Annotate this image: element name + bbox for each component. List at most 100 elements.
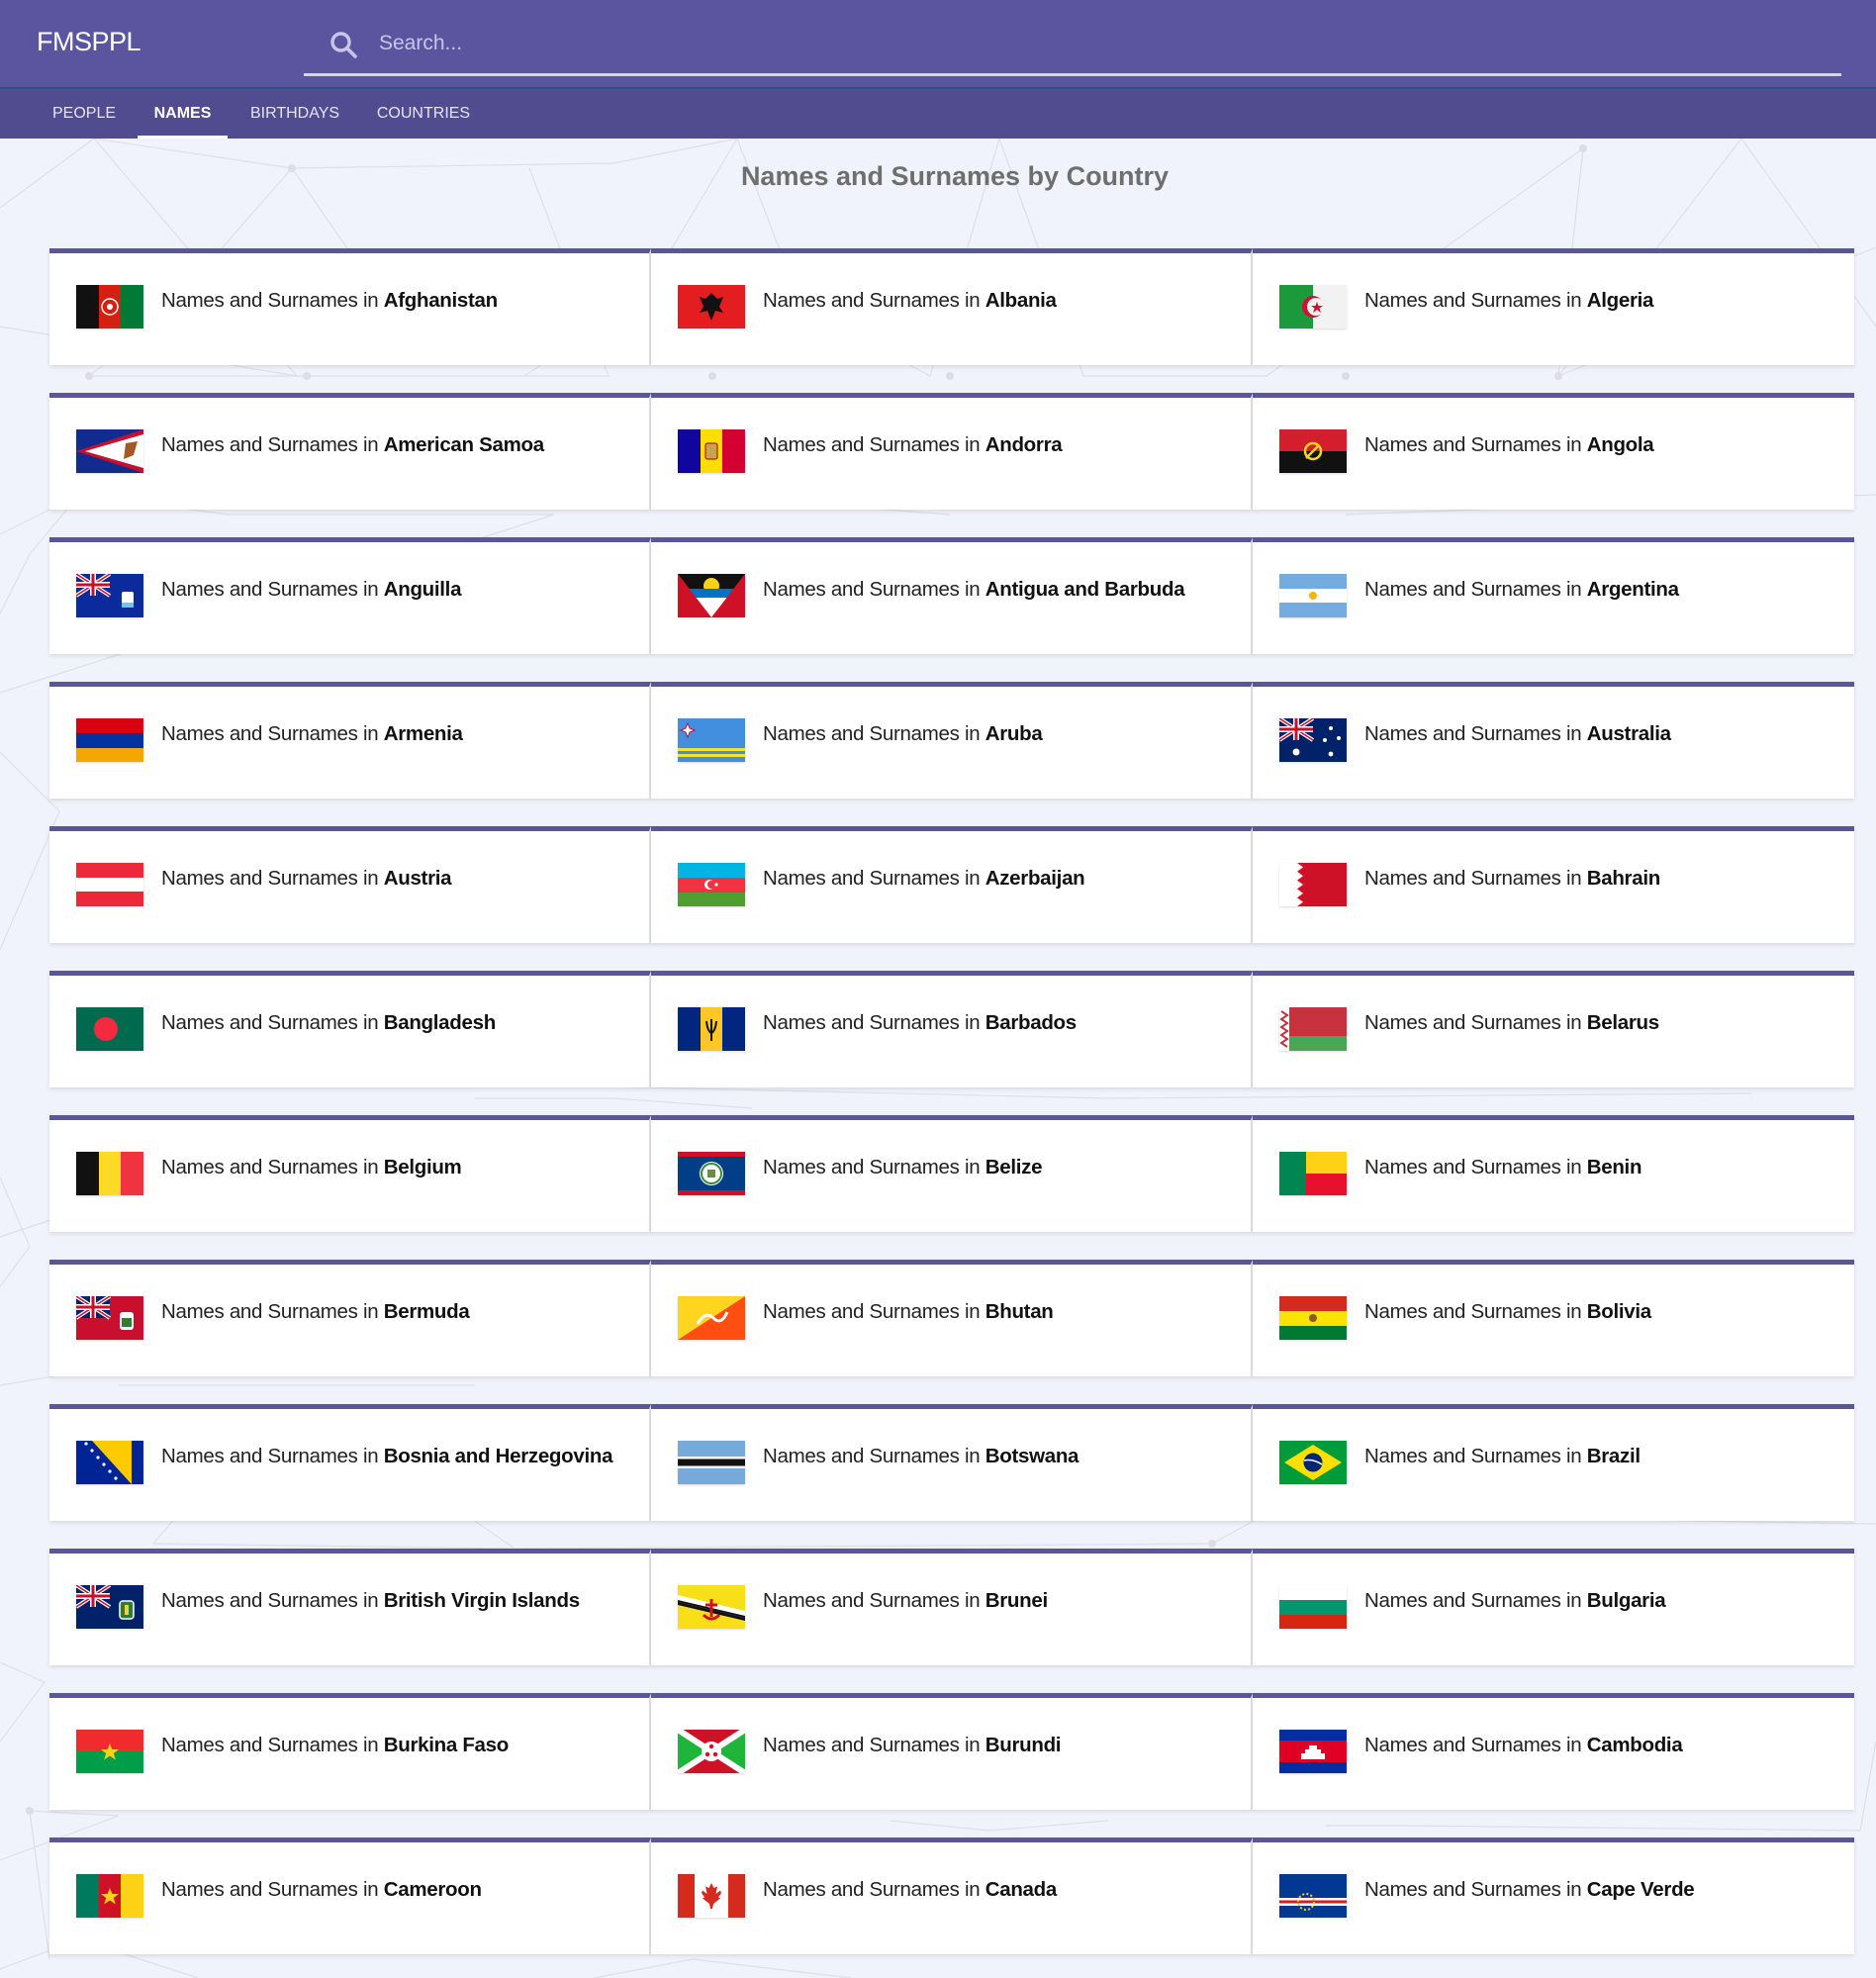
country-card[interactable]: Names and Surnames in Burundi [651,1693,1253,1810]
country-name: Canada [985,1878,1058,1901]
card-label-prefix: Names and Surnames in [1364,1300,1587,1323]
country-card[interactable]: Names and Surnames in Aruba [651,682,1253,799]
country-card-label[interactable]: Names and Surnames in Bhutan [763,1294,1221,1329]
country-card[interactable]: Names and Surnames in Bulgaria [1253,1549,1854,1665]
country-card[interactable]: Names and Surnames in Brunei [651,1549,1253,1665]
country-card[interactable]: Names and Surnames in Belize [651,1115,1253,1232]
nav-tabs: PEOPLE NAMES BIRTHDAYS COUNTRIES [0,89,1876,139]
country-card[interactable]: Names and Surnames in Cameroon [49,1837,651,1954]
country-card-label[interactable]: Names and Surnames in British Virgin Isl… [161,1583,619,1618]
search-input[interactable] [379,26,1764,61]
country-card[interactable]: Names and Surnames in Antigua and Barbud… [651,537,1253,654]
country-card-label[interactable]: Names and Surnames in Cape Verde [1364,1872,1825,1907]
country-card[interactable]: Names and Surnames in Albania [651,248,1253,365]
country-card-label[interactable]: Names and Surnames in Albania [763,283,1221,318]
country-name: Bolivia [1586,1300,1651,1323]
country-card[interactable]: Names and Surnames in Barbados [651,971,1253,1087]
country-card-label[interactable]: Names and Surnames in Andorra [763,427,1221,462]
country-card[interactable]: Names and Surnames in American Samoa [49,393,651,510]
country-name: Benin [1586,1156,1642,1178]
country-card[interactable]: Names and Surnames in Andorra [651,393,1253,510]
country-card[interactable]: Names and Surnames in Angola [1253,393,1854,510]
country-card[interactable]: Names and Surnames in Algeria [1253,248,1854,365]
country-card-label[interactable]: Names and Surnames in Bermuda [161,1294,619,1329]
country-card-label[interactable]: Names and Surnames in Azerbaijan [763,861,1221,895]
country-name: Antigua and Barbuda [985,578,1185,601]
country-card-label[interactable]: Names and Surnames in Barbados [763,1005,1221,1040]
country-card[interactable]: Names and Surnames in Belarus [1253,971,1854,1087]
country-card-label[interactable]: Names and Surnames in Benin [1364,1150,1825,1184]
country-card-label[interactable]: Names and Surnames in Bolivia [1364,1294,1825,1329]
card-label-prefix: Names and Surnames in [763,1156,985,1178]
country-card-label[interactable]: Names and Surnames in Brazil [1364,1439,1825,1473]
country-card[interactable]: Names and Surnames in Argentina [1253,537,1854,654]
country-card[interactable]: Names and Surnames in Azerbaijan [651,826,1253,943]
country-card-label[interactable]: Names and Surnames in Angola [1364,427,1825,462]
andorra-flag-icon [678,429,745,473]
country-name: Brunei [985,1589,1048,1612]
brazil-flag-icon [1279,1441,1347,1484]
card-label-prefix: Names and Surnames in [763,1734,985,1756]
country-card-label[interactable]: Names and Surnames in Belgium [161,1150,619,1184]
country-card-label[interactable]: Names and Surnames in Bahrain [1364,861,1825,895]
country-card-label[interactable]: Names and Surnames in Armenia [161,716,619,751]
country-card-label[interactable]: Names and Surnames in Bosnia and Herzego… [161,1439,619,1473]
tab-birthdays[interactable]: BIRTHDAYS [237,89,352,139]
tab-names[interactable]: NAMES [138,89,228,139]
country-card-label[interactable]: Names and Surnames in Antigua and Barbud… [763,572,1221,607]
country-card[interactable]: Names and Surnames in Brazil [1253,1404,1854,1521]
country-card[interactable]: Names and Surnames in Austria [49,826,651,943]
tab-people[interactable]: PEOPLE [40,89,129,139]
country-card[interactable]: Names and Surnames in Burkina Faso [49,1693,651,1810]
country-card[interactable]: Names and Surnames in Bosnia and Herzego… [49,1404,651,1521]
search-icon[interactable] [328,30,358,59]
country-card-label[interactable]: Names and Surnames in Bulgaria [1364,1583,1825,1618]
country-card[interactable]: Names and Surnames in British Virgin Isl… [49,1549,651,1665]
country-card[interactable]: Names and Surnames in Bhutan [651,1260,1253,1376]
belgium-flag-icon [76,1152,143,1195]
country-card-label[interactable]: Names and Surnames in Burundi [763,1728,1221,1762]
tab-countries[interactable]: COUNTRIES [364,89,483,139]
country-card-label[interactable]: Names and Surnames in Burkina Faso [161,1728,619,1762]
card-label-prefix: Names and Surnames in [763,867,985,890]
top-app-bar: FMSPPL [0,0,1876,89]
country-card-label[interactable]: Names and Surnames in Aruba [763,716,1221,751]
country-card[interactable]: Names and Surnames in Belgium [49,1115,651,1232]
country-card-label[interactable]: Names and Surnames in Afghanistan [161,283,619,318]
search-bar[interactable] [304,20,1841,76]
country-card-label[interactable]: Names and Surnames in Anguilla [161,572,619,607]
country-name: Austria [383,867,452,890]
country-card[interactable]: Names and Surnames in Bahrain [1253,826,1854,943]
country-card-label[interactable]: Names and Surnames in Canada [763,1872,1221,1907]
country-card-label[interactable]: Names and Surnames in Belarus [1364,1005,1825,1040]
country-card[interactable]: Names and Surnames in Bangladesh [49,971,651,1087]
country-card[interactable]: Names and Surnames in Botswana [651,1404,1253,1521]
country-card[interactable]: Names and Surnames in Canada [651,1837,1253,1954]
country-card[interactable]: Names and Surnames in Cambodia [1253,1693,1854,1810]
country-name: Cape Verde [1586,1878,1695,1901]
bangladesh-flag-icon [76,1007,143,1051]
country-card[interactable]: Names and Surnames in Australia [1253,682,1854,799]
card-label-prefix: Names and Surnames in [161,1878,384,1901]
country-card[interactable]: Names and Surnames in Cape Verde [1253,1837,1854,1954]
card-label-prefix: Names and Surnames in [1364,578,1587,601]
country-card[interactable]: Names and Surnames in Armenia [49,682,651,799]
country-card[interactable]: Names and Surnames in Bolivia [1253,1260,1854,1376]
country-card-label[interactable]: Names and Surnames in American Samoa [161,427,619,462]
country-card-label[interactable]: Names and Surnames in Botswana [763,1439,1221,1473]
country-card-label[interactable]: Names and Surnames in Bangladesh [161,1005,619,1040]
country-card-label[interactable]: Names and Surnames in Australia [1364,716,1825,751]
country-card[interactable]: Names and Surnames in Anguilla [49,537,651,654]
country-card[interactable]: Names and Surnames in Bermuda [49,1260,651,1376]
country-card-label[interactable]: Names and Surnames in Brunei [763,1583,1221,1618]
country-card-label[interactable]: Names and Surnames in Cambodia [1364,1728,1825,1762]
country-card[interactable]: Names and Surnames in Afghanistan [49,248,651,365]
brand-logo[interactable]: FMSPPL [37,27,141,57]
country-card-label[interactable]: Names and Surnames in Austria [161,861,619,895]
card-label-prefix: Names and Surnames in [161,433,384,456]
country-card-label[interactable]: Names and Surnames in Argentina [1364,572,1825,607]
country-card-label[interactable]: Names and Surnames in Cameroon [161,1872,619,1907]
country-card-label[interactable]: Names and Surnames in Algeria [1364,283,1825,318]
country-card[interactable]: Names and Surnames in Benin [1253,1115,1854,1232]
country-card-label[interactable]: Names and Surnames in Belize [763,1150,1221,1184]
